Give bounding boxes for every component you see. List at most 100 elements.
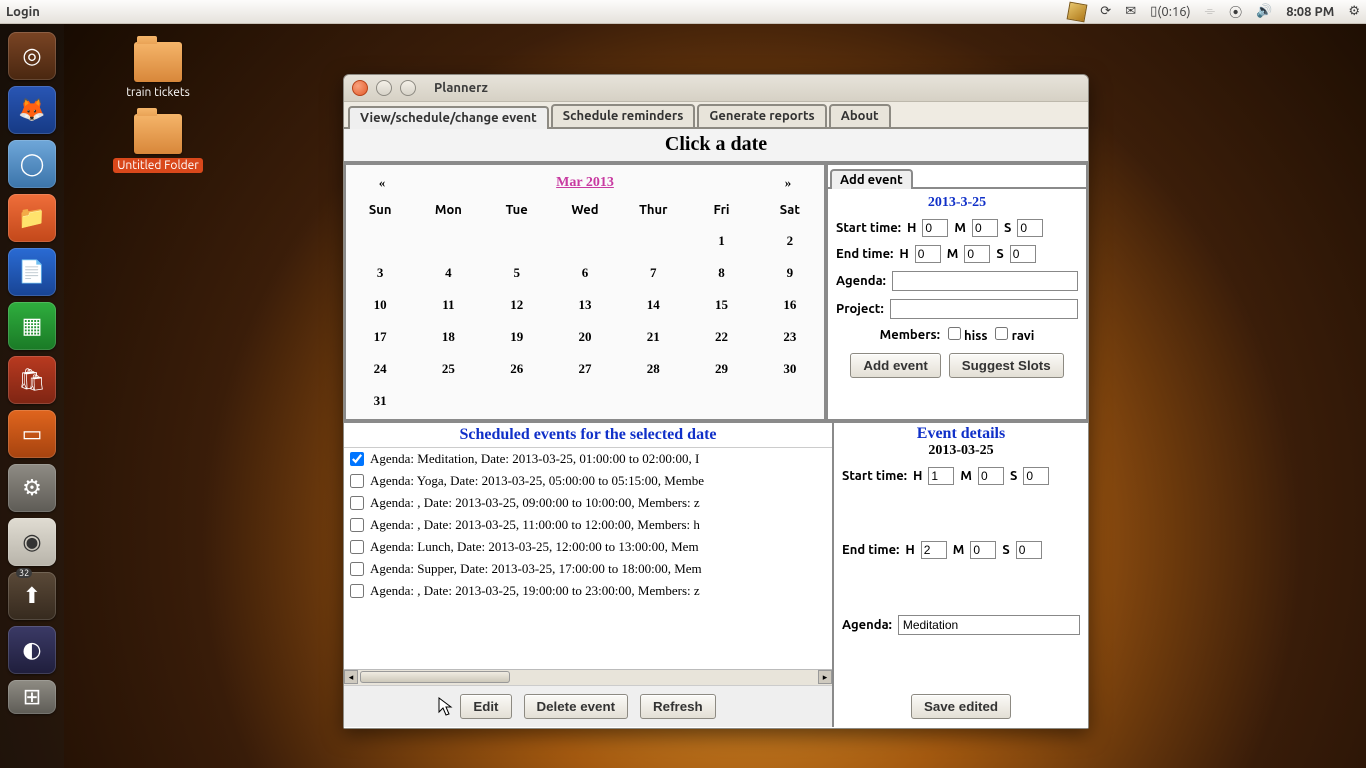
tab-about[interactable]: About (829, 104, 891, 127)
calendar-day[interactable]: 8 (687, 257, 755, 289)
calendar-day[interactable]: 14 (619, 289, 687, 321)
launcher-chromium[interactable]: ◯ (8, 140, 56, 188)
launcher-dash[interactable]: ◎ (8, 32, 56, 80)
suggest-slots-button[interactable]: Suggest Slots (949, 353, 1064, 378)
wifi-icon[interactable]: ⦿ (1229, 2, 1242, 21)
scroll-thumb[interactable] (360, 671, 510, 683)
volume-icon[interactable]: 🔊 (1256, 4, 1272, 19)
session-cog-icon[interactable]: ⚙ (1348, 4, 1360, 19)
calendar-day[interactable]: 6 (551, 257, 619, 289)
event-row[interactable]: Agenda: Supper, Date: 2013-03-25, 17:00:… (344, 558, 832, 580)
calendar-day[interactable]: 4 (414, 257, 482, 289)
tab-generate-reports[interactable]: Generate reports (697, 104, 826, 127)
desktop-folder-train-tickets[interactable]: train tickets (108, 42, 208, 99)
calendar-day[interactable]: 27 (551, 353, 619, 385)
agenda-input[interactable] (892, 271, 1078, 291)
add-event-button[interactable]: Add event (850, 353, 940, 378)
clock[interactable]: 8:08 PM (1286, 5, 1334, 19)
calendar-next[interactable]: » (758, 175, 818, 191)
launcher-calc[interactable]: ▦ (8, 302, 56, 350)
end-min-input[interactable] (964, 245, 990, 263)
tab-schedule-reminders[interactable]: Schedule reminders (551, 104, 696, 127)
end-sec-input[interactable] (1010, 245, 1036, 263)
event-row[interactable]: Agenda: Yoga, Date: 2013-03-25, 05:00:00… (344, 470, 832, 492)
calendar-day[interactable]: 31 (346, 385, 414, 417)
event-row[interactable]: Agenda: , Date: 2013-03-25, 19:00:00 to … (344, 580, 832, 602)
calendar-day[interactable]: 10 (346, 289, 414, 321)
details-end-min[interactable] (970, 541, 996, 559)
calendar-day[interactable]: 20 (551, 321, 619, 353)
calendar-month-link[interactable]: Mar 2013 (412, 175, 758, 191)
launcher-files[interactable]: 📁 (8, 194, 56, 242)
project-input[interactable] (890, 299, 1078, 319)
network-sync-icon[interactable]: ⟳ (1100, 4, 1111, 19)
calendar-day[interactable]: 22 (687, 321, 755, 353)
event-checkbox[interactable] (350, 452, 364, 466)
details-start-hour[interactable] (928, 467, 954, 485)
calendar-day[interactable]: 29 (687, 353, 755, 385)
launcher-firefox[interactable]: 🦊 (8, 86, 56, 134)
refresh-button[interactable]: Refresh (640, 694, 716, 719)
window-titlebar[interactable]: Plannerz (344, 75, 1088, 102)
event-checkbox[interactable] (350, 518, 364, 532)
calendar-day[interactable]: 18 (414, 321, 482, 353)
details-agenda-input[interactable] (898, 615, 1080, 635)
calendar-prev[interactable]: « (352, 175, 412, 191)
tab-view-schedule[interactable]: View/schedule/change event (348, 106, 549, 129)
panel-app-menu[interactable]: Login (6, 5, 40, 19)
calendar-day[interactable]: 15 (687, 289, 755, 321)
desktop-folder-untitled[interactable]: Untitled Folder (108, 114, 208, 173)
event-row[interactable]: Agenda: , Date: 2013-03-25, 09:00:00 to … (344, 492, 832, 514)
calendar-day[interactable]: 25 (414, 353, 482, 385)
launcher-eclipse[interactable]: ◐ (8, 626, 56, 674)
start-sec-input[interactable] (1017, 219, 1043, 237)
launcher-updates[interactable]: 32⬆ (8, 572, 56, 620)
calendar-day[interactable]: 13 (551, 289, 619, 321)
event-checkbox[interactable] (350, 562, 364, 576)
indicator-app-icon[interactable] (1067, 1, 1088, 22)
bluetooth-icon[interactable]: ⌯ (1205, 4, 1215, 19)
event-row[interactable]: Agenda: Meditation, Date: 2013-03-25, 01… (344, 448, 832, 470)
event-checkbox[interactable] (350, 584, 364, 598)
window-close-icon[interactable] (352, 80, 368, 96)
start-min-input[interactable] (972, 219, 998, 237)
details-start-min[interactable] (978, 467, 1004, 485)
event-checkbox[interactable] (350, 540, 364, 554)
calendar-day[interactable]: 19 (483, 321, 551, 353)
calendar-day[interactable]: 1 (687, 225, 755, 257)
events-scrollbar[interactable]: ◂ ▸ (344, 669, 832, 685)
calendar-day[interactable]: 17 (346, 321, 414, 353)
end-hour-input[interactable] (915, 245, 941, 263)
delete-event-button[interactable]: Delete event (524, 694, 629, 719)
calendar-day[interactable]: 3 (346, 257, 414, 289)
launcher-workspace[interactable]: ⊞ (8, 680, 56, 714)
launcher-software[interactable]: 🛍 (8, 356, 56, 404)
scroll-right-icon[interactable]: ▸ (818, 670, 832, 684)
mail-icon[interactable]: ✉ (1125, 4, 1136, 19)
save-edited-button[interactable]: Save edited (911, 694, 1011, 719)
details-start-sec[interactable] (1023, 467, 1049, 485)
launcher-impress[interactable]: ▭ (8, 410, 56, 458)
calendar-day[interactable]: 16 (756, 289, 824, 321)
start-hour-input[interactable] (922, 219, 948, 237)
calendar-day[interactable]: 26 (483, 353, 551, 385)
calendar-day[interactable]: 23 (756, 321, 824, 353)
calendar-day[interactable]: 24 (346, 353, 414, 385)
event-row[interactable]: Agenda: , Date: 2013-03-25, 11:00:00 to … (344, 514, 832, 536)
window-maximize-icon[interactable] (400, 80, 416, 96)
member-ravi[interactable]: ravi (995, 327, 1034, 343)
event-row[interactable]: Agenda: Lunch, Date: 2013-03-25, 12:00:0… (344, 536, 832, 558)
event-checkbox[interactable] (350, 474, 364, 488)
calendar-day[interactable]: 7 (619, 257, 687, 289)
calendar-day[interactable]: 9 (756, 257, 824, 289)
calendar-day[interactable]: 12 (483, 289, 551, 321)
launcher-writer[interactable]: 📄 (8, 248, 56, 296)
calendar-day[interactable]: 5 (483, 257, 551, 289)
event-checkbox[interactable] (350, 496, 364, 510)
subtab-add-event[interactable]: Add event (830, 169, 913, 189)
calendar-day[interactable]: 11 (414, 289, 482, 321)
calendar-day[interactable]: 21 (619, 321, 687, 353)
details-end-sec[interactable] (1016, 541, 1042, 559)
calendar-day[interactable]: 28 (619, 353, 687, 385)
edit-button[interactable]: Edit (460, 694, 511, 719)
